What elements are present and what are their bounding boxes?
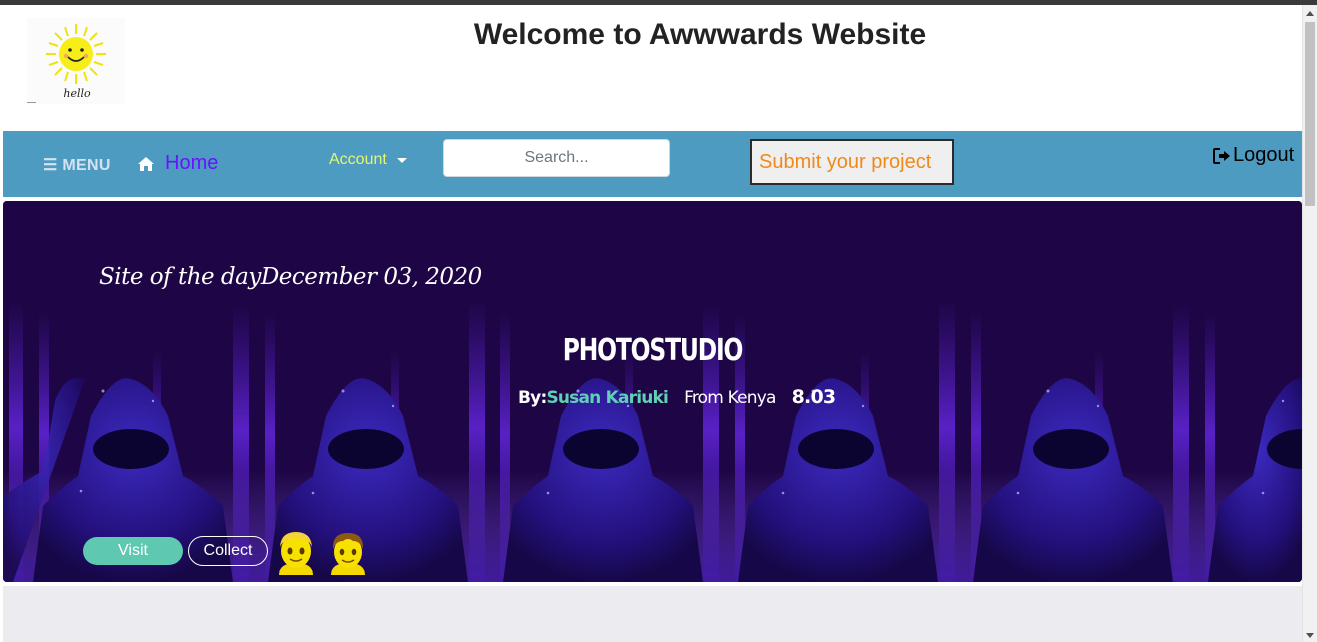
country-label: From Kenya [684,388,776,408]
search-input[interactable] [443,139,670,177]
home-link[interactable]: Home [137,152,218,175]
home-icon [138,156,154,171]
vertical-scrollbar[interactable] [1302,5,1317,642]
menu-button[interactable]: ☰ MENU [43,155,111,175]
sign-out-icon [1213,147,1230,164]
project-title: PHOTOSTUDIO [562,333,744,368]
logout-label: Logout [1233,144,1295,166]
home-label: Home [165,152,219,174]
blond-person-avatar-icon[interactable] [275,529,317,575]
logo-underline [27,102,36,103]
visit-button[interactable]: Visit [83,537,183,565]
page: hello Welcome to Awwwards Website ☰ MENU… [3,5,1302,642]
svg-text:hello: hello [63,87,91,100]
page-title: Welcome to Awwwards Website [473,18,927,51]
author-link[interactable]: Susan Kariuki [546,388,668,408]
scroll-down-icon[interactable] [1306,633,1314,638]
caret-down-icon [396,157,407,163]
collect-button[interactable]: Collect [188,536,268,566]
by-label: By: [518,388,547,408]
logout-link[interactable]: Logout [1213,144,1294,167]
score-value: 8.03 [791,386,836,408]
account-label: Account [329,151,387,168]
submit-project-button[interactable]: Submit your project [750,139,954,185]
scrollbar-thumb[interactable] [1305,22,1315,206]
site-header: hello Welcome to Awwwards Website [3,5,1302,131]
account-dropdown[interactable]: Account [329,151,407,169]
content-area [3,586,1302,642]
site-of-the-day-banner: Site of the dayDecember 03, 2020 PHOTOST… [3,201,1302,582]
scroll-up-icon[interactable] [1306,11,1314,16]
navbar: ☰ MENU Home Account Submit your project … [3,131,1302,197]
person-avatar-icon[interactable] [327,529,369,575]
site-of-the-day-label: Site of the dayDecember 03, 2020 [99,264,482,290]
project-byline: By: Susan Kariuki From Kenya 8.03 [518,386,836,408]
